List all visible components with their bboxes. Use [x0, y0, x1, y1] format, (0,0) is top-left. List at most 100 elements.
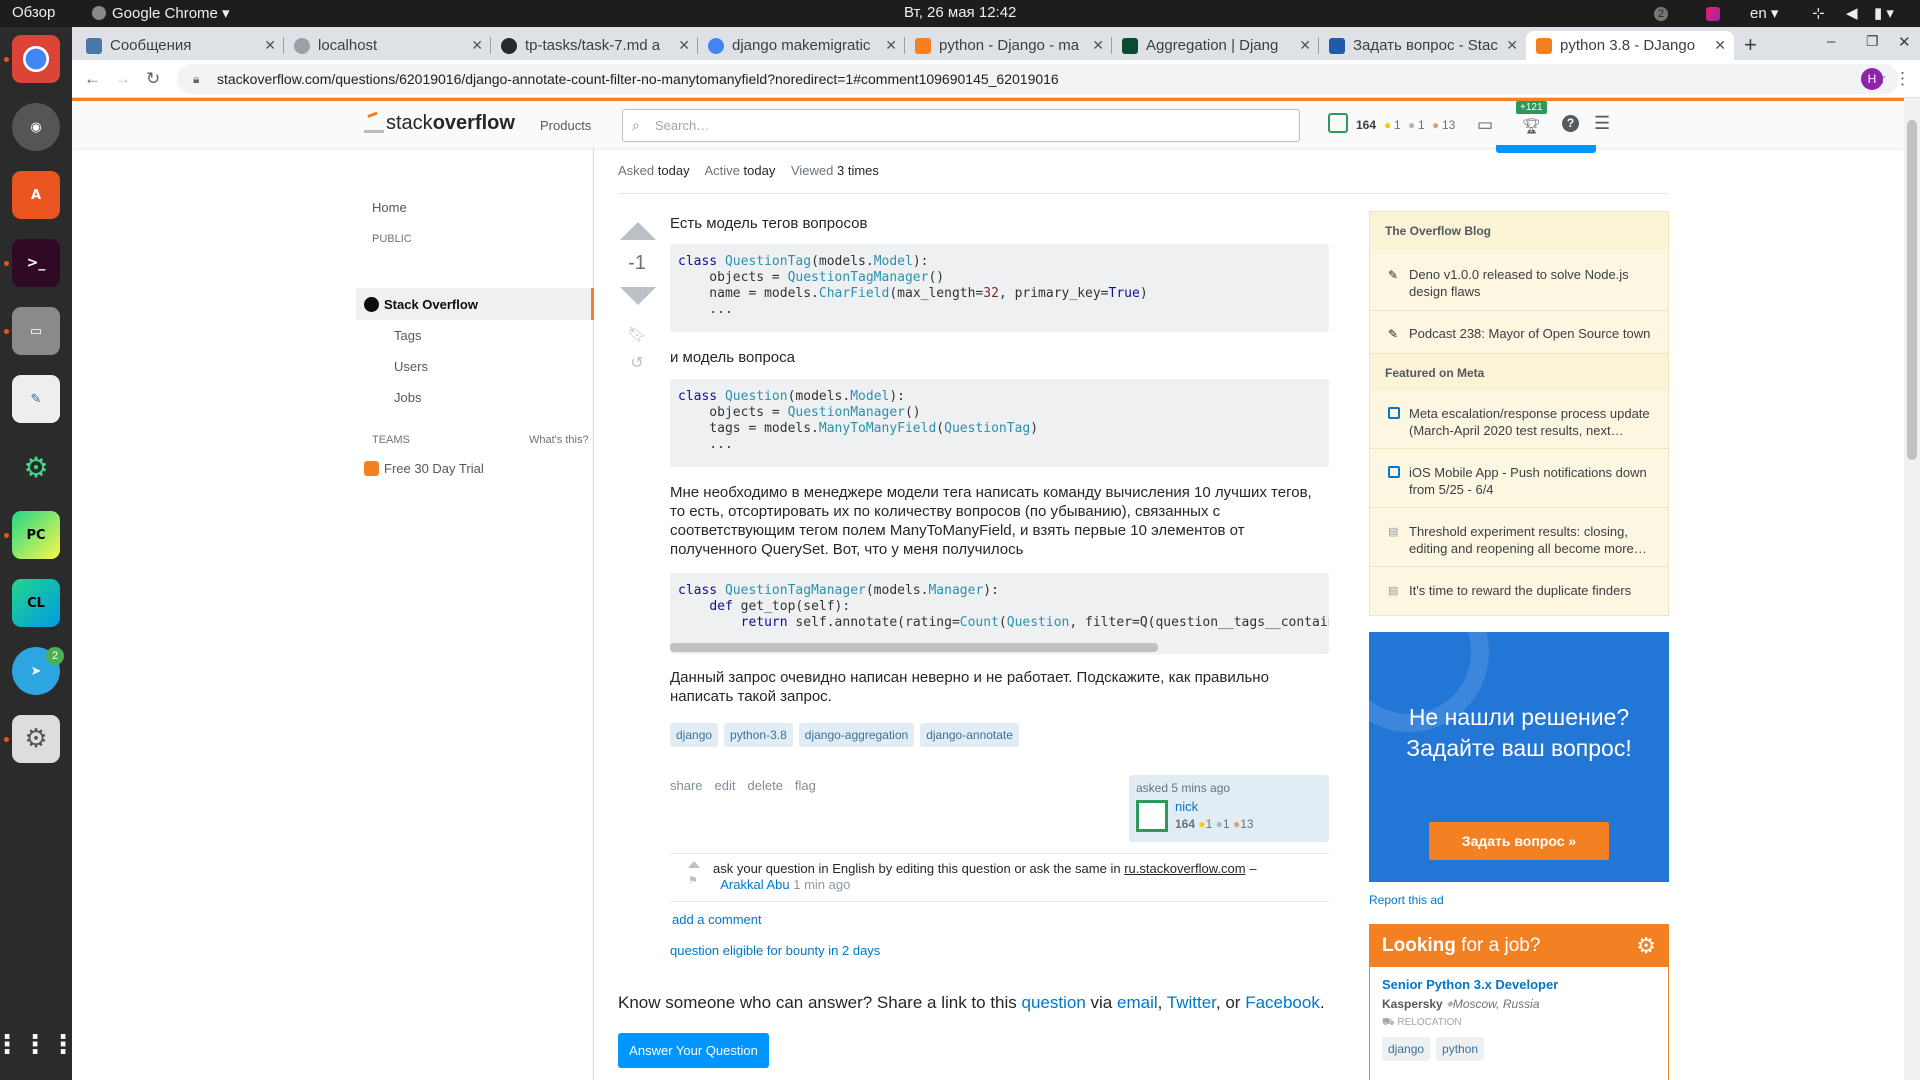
- tab-so-python[interactable]: python - Django - ma ✕: [905, 31, 1112, 60]
- comment-flag-icon[interactable]: ⚑: [688, 874, 698, 887]
- blog-item-podcast[interactable]: Podcast 238: Mayor of Open Source town: [1409, 325, 1659, 342]
- close-tab-icon[interactable]: ✕: [264, 31, 276, 60]
- history-icon[interactable]: ↺: [620, 353, 654, 373]
- back-button[interactable]: ←: [84, 69, 101, 89]
- minimize-button[interactable]: –: [1827, 33, 1835, 50]
- maximize-button[interactable]: ❐: [1866, 33, 1879, 50]
- close-tab-icon[interactable]: ✕: [1299, 31, 1311, 60]
- whats-this-link[interactable]: What's this?: [529, 434, 589, 446]
- comment-upvote-icon[interactable]: [688, 861, 700, 868]
- tab-active-question[interactable]: python 3.8 - DJango ✕: [1526, 31, 1734, 60]
- ru-so-link[interactable]: ru.stackoverflow.com: [1124, 861, 1245, 876]
- android-studio-icon[interactable]: ⚙: [12, 443, 60, 491]
- tag-django-annotate[interactable]: django-annotate: [920, 723, 1019, 747]
- report-ad-link[interactable]: Report this ad: [1369, 893, 1444, 907]
- answer-question-button[interactable]: Answer Your Question: [618, 1033, 769, 1068]
- meta-item-ios[interactable]: iOS Mobile App - Push notifications down…: [1409, 464, 1659, 498]
- nav-tags[interactable]: Tags: [394, 328, 421, 343]
- files-icon[interactable]: ▭: [12, 307, 60, 355]
- share-twitter-link[interactable]: Twitter: [1167, 993, 1216, 1012]
- add-comment-link[interactable]: add a comment: [672, 912, 1331, 927]
- meta-item-threshold[interactable]: Threshold experiment results: closing, e…: [1409, 523, 1659, 557]
- user-avatar[interactable]: [1136, 800, 1168, 832]
- code-block-3[interactable]: class QuestionTagManager(models.Manager)…: [670, 573, 1329, 654]
- close-tab-icon[interactable]: ✕: [1092, 31, 1104, 60]
- tab-localhost[interactable]: localhost ✕: [284, 31, 491, 60]
- terminal-icon[interactable]: >_: [12, 239, 60, 287]
- share-link[interactable]: share: [670, 778, 703, 793]
- show-apps-icon[interactable]: ⋮⋮⋮: [0, 1021, 76, 1069]
- profile-avatar[interactable]: H: [1861, 68, 1883, 90]
- help-icon[interactable]: ?: [1562, 115, 1579, 132]
- network-icon[interactable]: ⊹: [1812, 4, 1825, 22]
- achievements-badge[interactable]: +121: [1516, 101, 1547, 114]
- language-indicator[interactable]: en ▾: [1750, 4, 1778, 22]
- upvote-button[interactable]: [620, 222, 656, 240]
- ru-so-ad[interactable]: Не нашли решение? Задайте ваш вопрос! Зад…: [1369, 632, 1669, 882]
- chrome-icon[interactable]: [12, 35, 60, 83]
- so-search-input[interactable]: ⌕ Search…: [622, 109, 1300, 142]
- free-trial-link[interactable]: Free 30 Day Trial: [384, 461, 484, 476]
- close-tab-icon[interactable]: ✕: [1506, 31, 1518, 60]
- close-tab-icon[interactable]: ✕: [885, 31, 897, 60]
- reload-button[interactable]: ↻: [146, 69, 160, 89]
- close-tab-icon[interactable]: ✕: [1714, 31, 1726, 60]
- bookmark-icon[interactable]: 🔖︎: [620, 325, 654, 343]
- user-avatar-icon[interactable]: [1328, 113, 1348, 133]
- nav-users[interactable]: Users: [394, 359, 428, 374]
- code-block-2[interactable]: class Question(models.Model): objects = …: [670, 379, 1329, 467]
- comment-user-link[interactable]: Arakkal Abu: [720, 877, 789, 892]
- tab-django-docs[interactable]: Aggregation | Djang ✕: [1112, 31, 1319, 60]
- close-window-button[interactable]: ✕: [1898, 33, 1911, 51]
- new-tab-button[interactable]: +: [1744, 32, 1757, 58]
- flag-link[interactable]: flag: [795, 778, 816, 793]
- close-tab-icon[interactable]: ✕: [471, 31, 483, 60]
- share-facebook-link[interactable]: Facebook: [1245, 993, 1320, 1012]
- scrollbar-thumb[interactable]: [1907, 120, 1917, 460]
- meta-item-duplicates[interactable]: It's time to reward the duplicate finder…: [1409, 582, 1659, 599]
- clion-icon[interactable]: CL: [12, 579, 60, 627]
- lock-icon[interactable]: 🔒︎: [193, 64, 199, 94]
- job-tag-django[interactable]: django: [1382, 1037, 1431, 1061]
- address-bar[interactable]: 🔒︎ stackoverflow.com/questions/62019016/…: [177, 64, 1899, 94]
- code-horizontal-scrollbar[interactable]: [670, 643, 1158, 652]
- software-center-icon[interactable]: A: [12, 171, 60, 219]
- battery-icon[interactable]: ▮ ▾: [1874, 4, 1894, 22]
- rhythmbox-icon[interactable]: ◉: [12, 103, 60, 151]
- tag-django-aggregation[interactable]: django-aggregation: [798, 723, 915, 747]
- activities-button[interactable]: Обзор: [12, 4, 55, 21]
- meta-item-escalation[interactable]: Meta escalation/response process update …: [1409, 405, 1659, 439]
- bounty-eligible-link[interactable]: question eligible for bounty in 2 days: [670, 943, 1329, 958]
- job-tag-python[interactable]: python: [1436, 1037, 1485, 1061]
- downvote-button[interactable]: [620, 287, 656, 305]
- job-title-link[interactable]: Senior Python 3.x Developer: [1382, 977, 1558, 992]
- chrome-menu-icon[interactable]: ⋮: [1894, 69, 1911, 89]
- tab-github[interactable]: tp-tasks/task-7.md a ✕: [491, 31, 698, 60]
- ad-ask-button[interactable]: Задать вопрос »: [1429, 822, 1609, 860]
- tab-ru-so[interactable]: Задать вопрос - Stac ✕: [1319, 31, 1526, 60]
- ask-question-button[interactable]: [1496, 145, 1596, 153]
- clock[interactable]: Вт, 26 мая 12:42: [904, 4, 1016, 21]
- app-menu[interactable]: Google Chrome ▾: [92, 4, 230, 22]
- share-question-link[interactable]: question: [1022, 993, 1086, 1012]
- volume-icon[interactable]: ◀: [1846, 4, 1858, 22]
- tab-messages[interactable]: Сообщения ✕: [76, 31, 284, 60]
- notification-badge[interactable]: 2: [1654, 7, 1668, 21]
- forward-button[interactable]: →: [114, 69, 131, 89]
- delete-link[interactable]: delete: [748, 778, 783, 793]
- header-reputation[interactable]: 164: [1356, 118, 1376, 132]
- products-menu[interactable]: Products: [540, 118, 591, 133]
- code-block-1[interactable]: class QuestionTag(models.Model): objects…: [670, 244, 1329, 332]
- nav-stack-overflow[interactable]: Stack Overflow: [384, 297, 478, 312]
- edit-link[interactable]: edit: [715, 778, 736, 793]
- page-scrollbar[interactable]: [1904, 98, 1920, 1080]
- user-name-link[interactable]: nick: [1175, 799, 1198, 814]
- tab-google[interactable]: django makemigratic ✕: [698, 31, 905, 60]
- so-logo[interactable]: stackoverflow: [364, 111, 515, 135]
- achievements-icon[interactable]: 🏆︎: [1522, 117, 1541, 135]
- tag-django[interactable]: django: [670, 723, 719, 747]
- nav-jobs[interactable]: Jobs: [394, 390, 421, 405]
- settings-icon[interactable]: ⚙: [12, 715, 60, 763]
- nav-home[interactable]: Home: [372, 200, 407, 215]
- inbox-icon[interactable]: ▭: [1477, 115, 1493, 135]
